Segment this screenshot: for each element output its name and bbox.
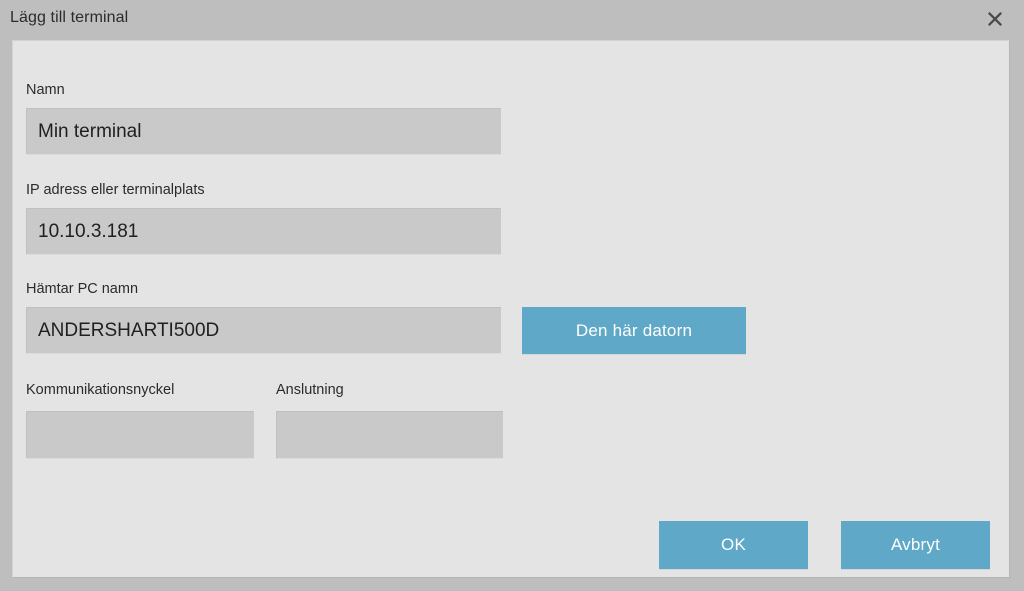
- connection-label: Anslutning: [276, 382, 344, 398]
- dialog-body: Namn IP adress eller terminalplats Hämta…: [12, 40, 1010, 578]
- ip-address-input[interactable]: [26, 208, 501, 254]
- dialog-titlebar: Lägg till terminal: [0, 0, 1024, 38]
- add-terminal-dialog: Lägg till terminal Namn IP adress eller …: [0, 0, 1024, 591]
- cancel-button[interactable]: Avbryt: [841, 521, 990, 569]
- communication-key-label: Kommunikationsnyckel: [26, 382, 175, 398]
- ip-address-label: IP adress eller terminalplats: [26, 182, 205, 198]
- close-icon[interactable]: [982, 6, 1008, 32]
- name-label: Namn: [26, 82, 65, 98]
- dialog-title: Lägg till terminal: [10, 9, 129, 26]
- ok-button[interactable]: OK: [659, 521, 808, 569]
- this-computer-button[interactable]: Den här datorn: [522, 307, 746, 354]
- pc-name-input[interactable]: [26, 307, 501, 353]
- connection-input[interactable]: [276, 411, 503, 458]
- name-input[interactable]: [26, 108, 501, 154]
- communication-key-input[interactable]: [26, 411, 254, 458]
- pc-name-label: Hämtar PC namn: [26, 281, 139, 297]
